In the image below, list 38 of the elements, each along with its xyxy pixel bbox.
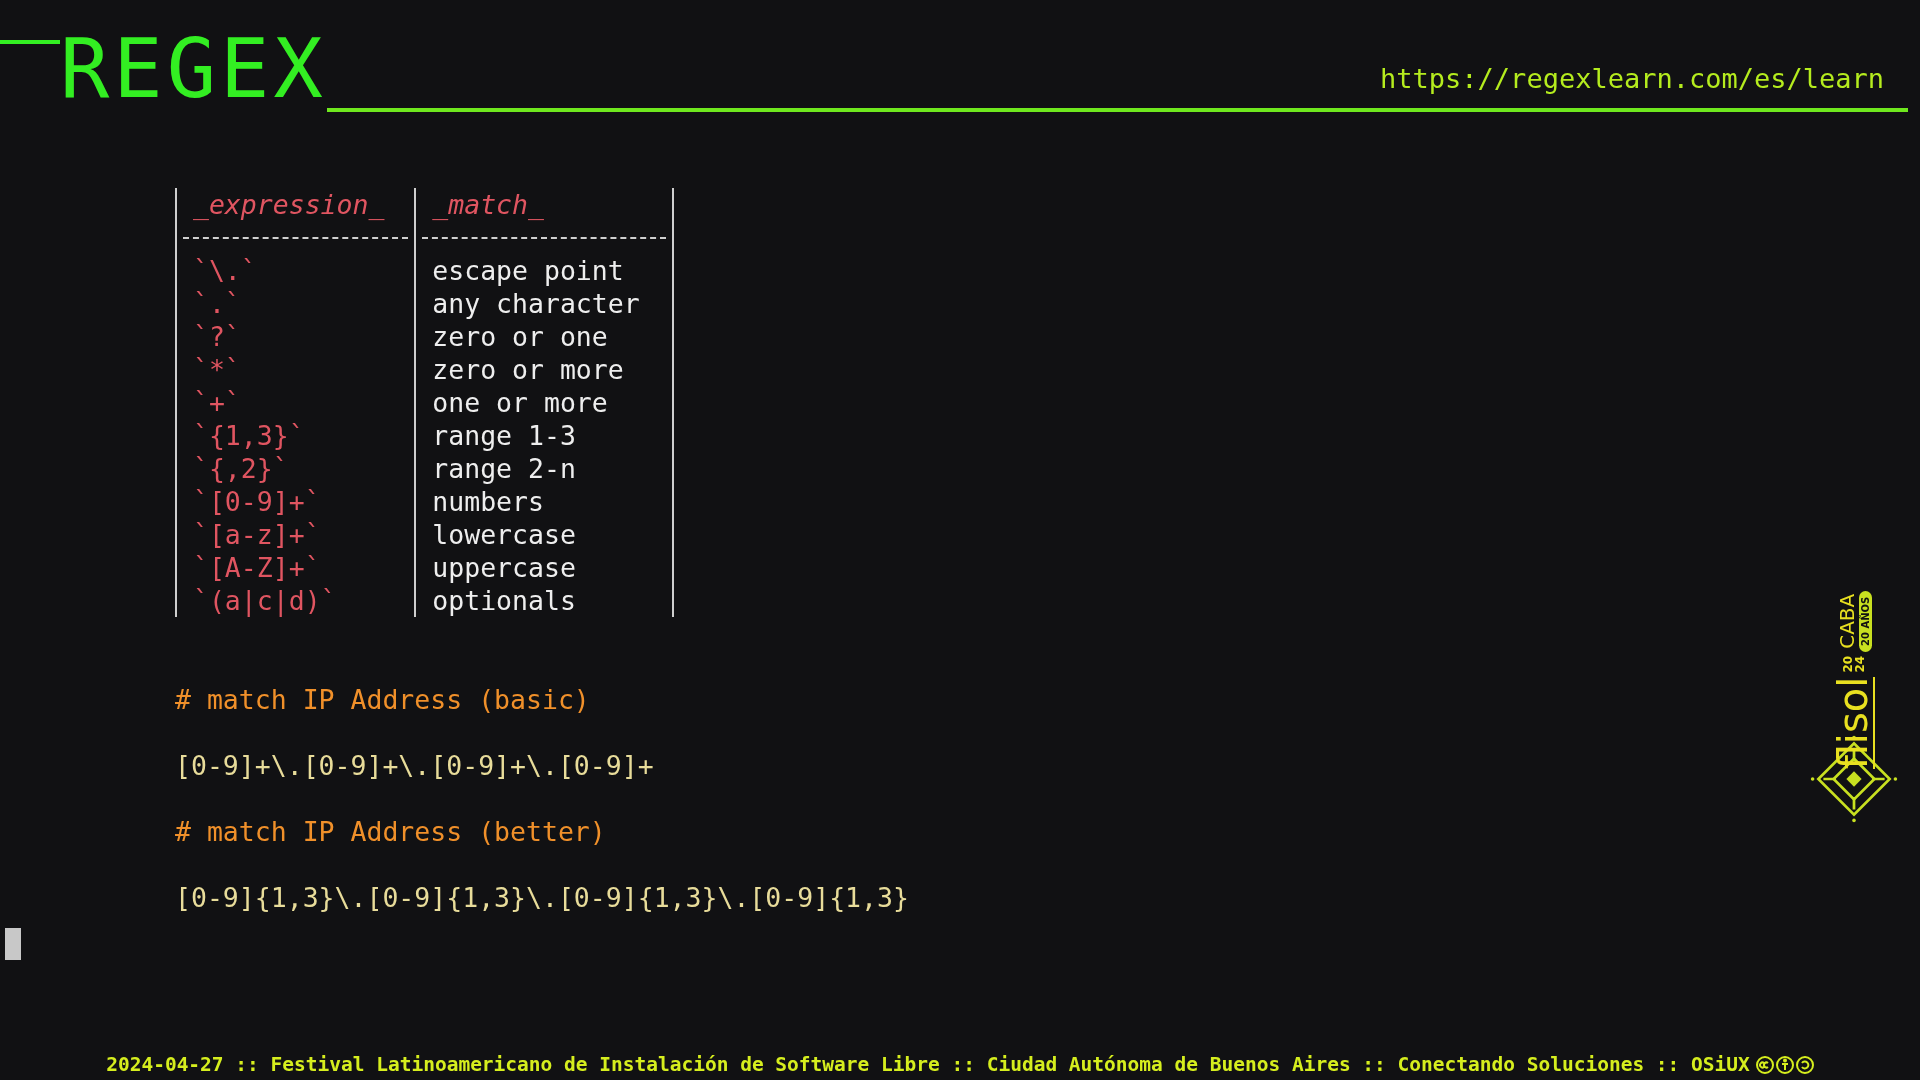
license-icon: [1755, 1054, 1814, 1075]
table-cell: zero or one: [432, 321, 608, 352]
event-logo-text: flisol: [1833, 676, 1875, 770]
year-text: 24: [1854, 655, 1866, 673]
url-text: https://regexlearn.com/es/learn: [1380, 63, 1884, 94]
logo: REGEX: [60, 28, 327, 112]
table-cell: `+`: [192, 387, 241, 418]
year-text: 20: [1842, 655, 1854, 673]
table-cell: `[0-9]+`: [192, 486, 321, 517]
city-text: CABA: [1836, 593, 1857, 649]
table-cell: optionals: [432, 585, 576, 616]
column-header: _expression_: [192, 189, 385, 220]
table-cell: `\.`: [192, 255, 257, 286]
table-cell: uppercase: [432, 552, 576, 583]
text-cursor: [5, 928, 21, 960]
table-cell: escape point: [432, 255, 624, 286]
anniversary-badge: 20 AÑOS: [1858, 590, 1872, 652]
table-cell: `{1,3}`: [192, 420, 305, 451]
code-comment: # match IP Address (better): [175, 814, 606, 848]
table-cell: numbers: [432, 486, 544, 517]
table-cell: `?`: [192, 321, 241, 352]
regex-code: [0-9]{1,3}\.[0-9]{1,3}\.[0-9]{1,3}\.[0-9]{1,3}: [175, 880, 909, 914]
regex-code: [0-9]+\.[0-9]+\.[0-9]+\.[0-9]+: [175, 748, 654, 782]
table-cell: any character: [432, 288, 640, 319]
table-cell: `[A-Z]+`: [192, 552, 321, 583]
table-cell: `.`: [192, 288, 241, 319]
table-cell: range 2-n: [432, 453, 576, 484]
code-comment: # match IP Address (basic): [175, 682, 590, 716]
table-cell: one or more: [432, 387, 608, 418]
table-cell: `{,2}`: [192, 453, 289, 484]
table-cell: range 1-3: [432, 420, 576, 451]
column-header: _match_: [432, 189, 544, 220]
table-cell: zero or more: [432, 354, 624, 385]
table-cell: `[a-z]+`: [192, 519, 321, 550]
footer-text: 2024-04-27 :: Festival Latinoamericano de Instalación de Software Libre :: Ciudad Autónoma de Buenos Aires :: Conectando Soluciones :: OSiUX: [106, 1053, 1750, 1076]
table-cell: `*`: [192, 354, 241, 385]
table-cell: `(a|c|d)`: [192, 585, 337, 616]
table-cell: lowercase: [432, 519, 576, 550]
